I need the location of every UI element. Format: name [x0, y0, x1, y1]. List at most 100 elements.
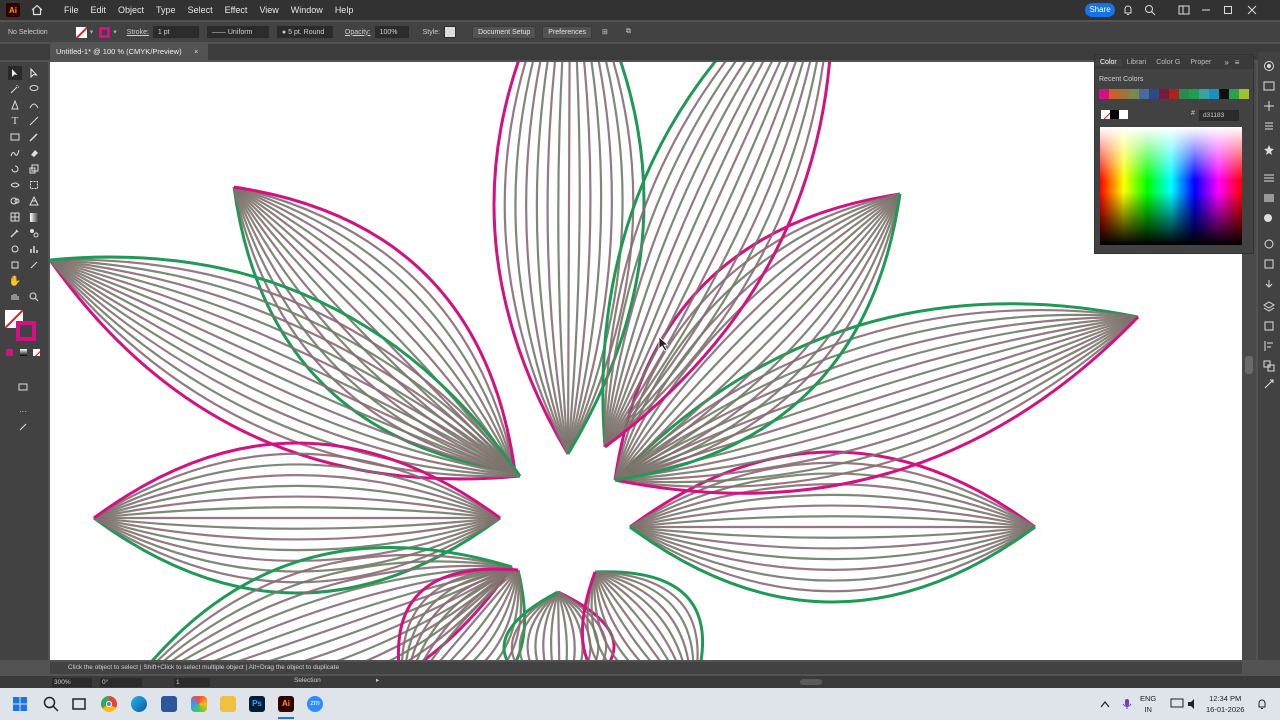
- document-setup-button[interactable]: Document Setup: [472, 25, 537, 39]
- perspective-grid-tool-icon[interactable]: [27, 194, 41, 208]
- properties-icon[interactable]: [1263, 120, 1275, 132]
- selection-tool-icon[interactable]: [8, 66, 22, 80]
- photoshop-icon[interactable]: Ps: [249, 696, 265, 712]
- tab-libraries[interactable]: Librari: [1122, 59, 1151, 66]
- color-guide-icon[interactable]: [1263, 100, 1275, 112]
- flower-petal[interactable]: [629, 450, 1036, 604]
- shape-builder-tool-icon[interactable]: [8, 194, 22, 208]
- graphic-styles-icon[interactable]: [1263, 258, 1275, 270]
- recent-color-swatch[interactable]: [1219, 89, 1229, 99]
- recent-color-swatch[interactable]: [1209, 89, 1219, 99]
- chevron-up-icon[interactable]: [1100, 700, 1110, 708]
- minimize-icon[interactable]: [1200, 4, 1212, 16]
- shaper-tool-icon[interactable]: [8, 146, 22, 160]
- free-transform-tool-icon[interactable]: [27, 178, 41, 192]
- blend-tool-icon[interactable]: [27, 226, 41, 240]
- color-spectrum[interactable]: [1100, 127, 1242, 245]
- stroke-weight-field[interactable]: 1 pt: [152, 26, 199, 38]
- volume-icon[interactable]: [1187, 698, 1199, 710]
- width-tool-icon[interactable]: [8, 178, 22, 192]
- file-explorer-icon[interactable]: [220, 696, 236, 712]
- network-icon[interactable]: [1170, 698, 1184, 710]
- column-graph-tool-icon[interactable]: [27, 242, 41, 256]
- task-view-icon[interactable]: [71, 696, 87, 712]
- recent-color-swatch[interactable]: [1099, 89, 1109, 99]
- search-icon[interactable]: [1144, 4, 1156, 16]
- type-tool-icon[interactable]: T: [8, 114, 22, 128]
- transform-panel-icon[interactable]: [1263, 378, 1275, 390]
- transparency-icon[interactable]: [1263, 212, 1275, 224]
- recent-color-swatch[interactable]: [1129, 89, 1139, 99]
- gradient-panel-icon[interactable]: [1263, 192, 1275, 204]
- recent-color-swatch[interactable]: [1119, 89, 1129, 99]
- hex-color-field[interactable]: d31183: [1199, 110, 1239, 121]
- scale-tool-icon[interactable]: [27, 162, 41, 176]
- horizontal-scroll-thumb[interactable]: [800, 679, 822, 685]
- copilot-icon[interactable]: [191, 696, 207, 712]
- illustrator-taskbar-icon[interactable]: Ai: [278, 696, 294, 712]
- align-icon[interactable]: ⊞: [602, 28, 608, 36]
- stroke-panel-icon[interactable]: [1263, 172, 1275, 184]
- flower-artwork[interactable]: [50, 62, 1242, 660]
- none-swatch[interactable]: [1101, 110, 1110, 119]
- gradient-mode-icon[interactable]: [20, 349, 27, 356]
- chevron-down-icon[interactable]: ▾: [113, 28, 117, 36]
- mesh-tool-icon[interactable]: [8, 210, 22, 224]
- preferences-button[interactable]: Preferences: [542, 25, 593, 39]
- chevron-down-icon[interactable]: ▾: [90, 28, 94, 36]
- store-icon[interactable]: [161, 696, 177, 712]
- tab-properties[interactable]: Proper: [1185, 59, 1216, 66]
- lasso-tool-icon[interactable]: [27, 82, 41, 96]
- notification-bell-icon[interactable]: [1256, 698, 1268, 710]
- direct-selection-tool-icon[interactable]: [27, 66, 41, 80]
- chrome-icon[interactable]: [101, 696, 117, 712]
- edit-toolbar-icon[interactable]: [16, 420, 30, 434]
- style-swatch[interactable]: [444, 26, 457, 38]
- recent-color-swatch[interactable]: [1229, 89, 1239, 99]
- menu-window[interactable]: Window: [285, 0, 329, 20]
- restore-icon[interactable]: [1222, 4, 1234, 16]
- search-icon[interactable]: [43, 696, 59, 712]
- recent-color-swatch[interactable]: [1189, 89, 1199, 99]
- zoom-app-icon[interactable]: zm: [307, 696, 323, 712]
- opacity-field[interactable]: 100%: [374, 26, 409, 38]
- zoom-field[interactable]: 300%: [52, 678, 92, 687]
- stroke-swatch[interactable]: [99, 26, 111, 38]
- recent-color-swatch[interactable]: [1239, 89, 1249, 99]
- color-panel-icon[interactable]: [1263, 60, 1275, 72]
- edge-icon[interactable]: [131, 696, 147, 712]
- microphone-icon[interactable]: [1122, 698, 1132, 710]
- variable-width-profile[interactable]: —— Uniform: [206, 26, 269, 38]
- eraser-tool-icon[interactable]: [27, 146, 41, 160]
- windows-start-icon[interactable]: [12, 696, 28, 712]
- collapse-panel-icon[interactable]: »: [1224, 58, 1228, 67]
- none-mode-icon[interactable]: [33, 349, 40, 356]
- bell-icon[interactable]: [1122, 4, 1134, 16]
- flower-petal[interactable]: [580, 570, 705, 660]
- document-tab[interactable]: Untitled-1* @ 100 % (CMYK/Preview) ×: [50, 44, 208, 60]
- artboard-canvas[interactable]: [50, 62, 1242, 660]
- white-swatch[interactable]: [1119, 110, 1128, 119]
- color-mode-icon[interactable]: [6, 349, 13, 356]
- symbols-icon[interactable]: [1263, 144, 1275, 156]
- arrange-documents-icon[interactable]: [1178, 4, 1190, 16]
- recent-color-swatch[interactable]: [1109, 89, 1119, 99]
- play-arrow-icon[interactable]: ▸: [376, 676, 379, 684]
- stroke-label[interactable]: Stroke:: [127, 29, 149, 36]
- recent-color-swatch[interactable]: [1169, 89, 1179, 99]
- menu-edit[interactable]: Edit: [85, 0, 113, 20]
- symbol-sprayer-tool-icon[interactable]: [8, 242, 22, 256]
- flower-petal[interactable]: [120, 546, 514, 660]
- layers-icon[interactable]: [1263, 300, 1275, 312]
- rotate-view-field[interactable]: 0°: [100, 678, 142, 687]
- artboard-navigation[interactable]: 1: [174, 678, 210, 687]
- slice-tool-icon[interactable]: [27, 258, 41, 272]
- opacity-label[interactable]: Opacity:: [345, 29, 371, 36]
- menu-help[interactable]: Help: [329, 0, 360, 20]
- hand-tool-secondary-icon[interactable]: [8, 290, 22, 304]
- curvature-tool-icon[interactable]: [27, 98, 41, 112]
- close-tab-icon[interactable]: ×: [194, 44, 198, 60]
- recent-color-swatch[interactable]: [1149, 89, 1159, 99]
- scrollbar-thumb[interactable]: [1245, 356, 1253, 374]
- eyedropper-tool-icon[interactable]: [8, 226, 22, 240]
